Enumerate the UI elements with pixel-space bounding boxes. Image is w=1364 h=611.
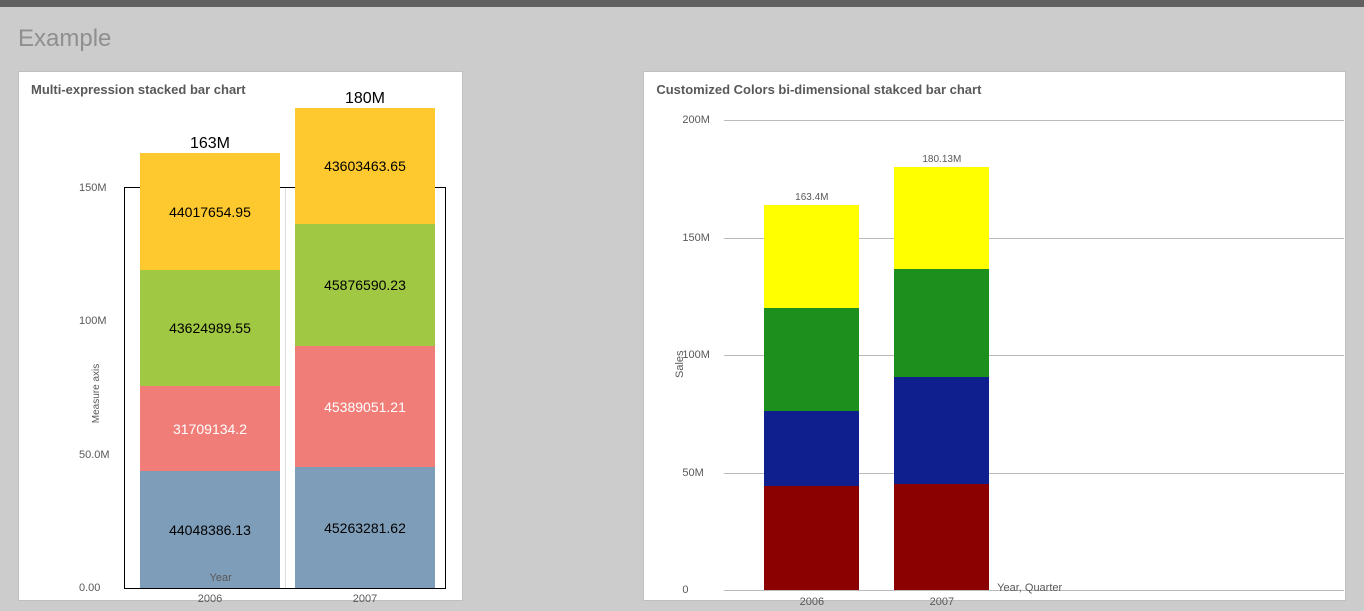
chart2-title: Customized Colors bi-dimensional stakced… [644, 72, 1345, 101]
chart1-ytick: 150M [79, 182, 107, 194]
chart1-seg3-2007[interactable]: 45876590.23 [295, 224, 435, 346]
chart1-seg4-2007[interactable]: 43603463.65 [295, 108, 435, 224]
chart2-seg2-2007[interactable] [894, 377, 989, 484]
chart1-seg2-2007[interactable]: 45389051.21 [295, 346, 435, 467]
chart1-xtick: 2006 [140, 593, 280, 605]
chart1-ytick: 100M [79, 315, 107, 327]
chart2-total-2006: 163.4M [764, 192, 859, 203]
chart1-seg4-2006[interactable]: 44017654.95 [140, 153, 280, 270]
chart2-seg3-2007[interactable] [894, 269, 989, 377]
chart2-ytick: 100M [682, 349, 710, 361]
chart1-bar-2006[interactable]: 163M 44017654.95 43624989.55 31709134.2 … [140, 153, 280, 588]
chart2-ytick: 200M [682, 114, 710, 126]
top-menu-bar [0, 0, 1364, 7]
chart1-seg3-2006[interactable]: 43624989.55 [140, 270, 280, 386]
chart1-xlabel: Year [19, 572, 422, 584]
chart-customized-colors[interactable]: Customized Colors bi-dimensional stakced… [643, 71, 1346, 601]
chart2-plot: 0 50M 100M 150M 200M 163.4M 180.13M [724, 120, 1344, 590]
chart2-ytick: 150M [682, 232, 710, 244]
chart1-seg2-2006[interactable]: 31709134.2 [140, 386, 280, 471]
chart2-bar-2007[interactable]: 180.13M [894, 167, 989, 590]
chart1-bar-2007[interactable]: 180M 43603463.65 45876590.23 45389051.21… [295, 108, 435, 588]
chart1-ytick: 50.0M [79, 449, 110, 461]
chart1-seg1-2007[interactable]: 45263281.62 [295, 467, 435, 588]
charts-row: Multi-expression stacked bar chart Measu… [18, 71, 1346, 601]
chart-multi-expression[interactable]: Multi-expression stacked bar chart Measu… [18, 71, 463, 601]
page-title: Example [18, 25, 1346, 53]
chart1-ylabel: Measure axis [91, 364, 102, 423]
chart2-seg1-2006[interactable] [764, 486, 859, 590]
chart1-total-2007: 180M [295, 90, 435, 108]
chart1-xtick: 2007 [295, 593, 435, 605]
chart2-xlabel: Year, Quarter [724, 582, 1335, 594]
chart2-seg4-2006[interactable] [764, 205, 859, 308]
chart2-seg3-2006[interactable] [764, 308, 859, 411]
chart2-bar-2006[interactable]: 163.4M [764, 205, 859, 590]
chart2-seg4-2007[interactable] [894, 167, 989, 269]
chart2-xtick: 2007 [894, 596, 989, 608]
page: Example Multi-expression stacked bar cha… [0, 7, 1364, 611]
chart1-plot: Measure axis 0.00 50.0M 100M 150M 163M 4… [124, 187, 446, 589]
chart1-seg1-2006[interactable]: 44048386.13 [140, 471, 280, 588]
chart2-seg2-2006[interactable] [764, 411, 859, 486]
chart2-total-2007: 180.13M [894, 154, 989, 165]
chart2-ytick: 0 [682, 584, 688, 596]
chart2-xtick: 2006 [764, 596, 859, 608]
chart2-seg1-2007[interactable] [894, 484, 989, 590]
chart1-total-2006: 163M [140, 135, 280, 153]
chart2-ytick: 50M [682, 467, 703, 479]
